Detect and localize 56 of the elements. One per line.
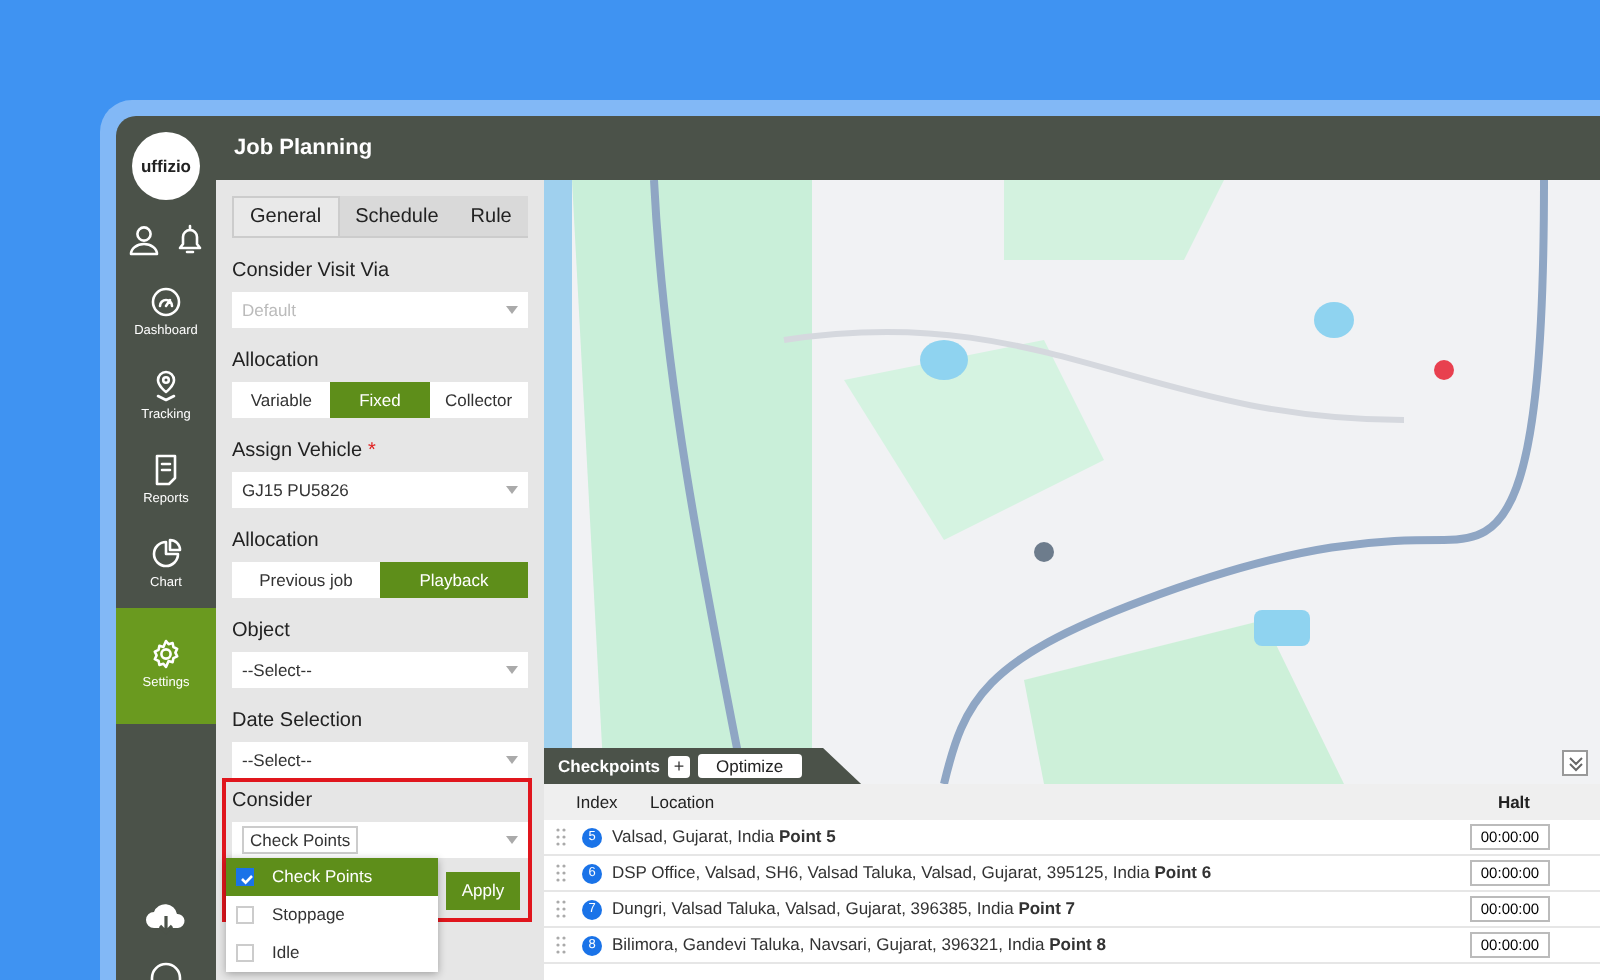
column-header: Halt: [1497, 789, 1530, 815]
field-label: Allocation: [232, 348, 319, 376]
tab[interactable]: Rule: [454, 196, 528, 236]
checkbox[interactable]: [236, 944, 254, 962]
select-field[interactable]: --Select--: [232, 742, 528, 778]
caret-icon: [506, 486, 518, 494]
caret-icon: [506, 756, 518, 764]
user-icon[interactable]: [128, 224, 160, 256]
location-text: DSP Office, Valsad, SH6, Valsad Taluka, Valsad, Gujarat, 395125, India Point 6: [612, 860, 1214, 886]
field-label: Object: [232, 618, 290, 646]
drag-handle-icon[interactable]: [556, 828, 566, 846]
field-label: Consider Visit Via: [232, 258, 390, 286]
select-field[interactable]: Check Points: [232, 822, 528, 858]
logo[interactable]: uffizio: [132, 132, 200, 200]
page-title: Job Planning: [234, 133, 373, 164]
location-pin-icon: [154, 370, 178, 403]
caret-icon: [506, 836, 518, 844]
headset-icon[interactable]: [148, 960, 184, 980]
toggle-option[interactable]: Playback: [380, 562, 528, 598]
drag-handle-icon[interactable]: [556, 864, 566, 882]
field-label: Assign Vehicle: [232, 438, 363, 466]
field-label: Consider: [232, 788, 313, 816]
document-icon: [154, 454, 178, 487]
gauge-icon: [150, 286, 182, 319]
bell-icon[interactable]: [176, 224, 204, 256]
settings-icon: [150, 638, 182, 671]
dropdown-option[interactable]: Idle: [226, 934, 438, 972]
pie-chart-icon: [150, 538, 182, 571]
location-text: Dungri, Valsad Taluka, Valsad, Gujarat, 396385, India Point 7: [612, 896, 1078, 922]
chevron-double-down-icon: [1567, 755, 1583, 771]
add-button[interactable]: +: [668, 755, 691, 777]
toggle-option[interactable]: Fixed: [330, 382, 430, 418]
panel-title: Checkpoints: [558, 753, 661, 779]
optimize-button[interactable]: Optimize: [698, 754, 802, 778]
location-text: Valsad, Gujarat, India Point 5: [612, 824, 838, 850]
checkbox[interactable]: [236, 906, 254, 924]
collapse-button[interactable]: [1562, 750, 1588, 776]
location-text: Bilimora, Gandevi Taluka, Navsari, Gujarat, 396321, India Point 8: [612, 932, 1108, 958]
tab[interactable]: General: [232, 196, 340, 236]
required-mark: *: [368, 438, 376, 466]
field-label: Allocation: [232, 528, 319, 556]
dropdown-option[interactable]: Stoppage: [226, 896, 438, 934]
apply-button[interactable]: Apply: [446, 872, 520, 910]
column-header: Location: [650, 789, 717, 815]
select-field[interactable]: GJ15 PU5826: [232, 472, 528, 508]
drag-handle-icon[interactable]: [556, 936, 566, 954]
drag-handle-icon[interactable]: [556, 900, 566, 918]
select-field[interactable]: --Select--: [232, 652, 528, 688]
checkbox[interactable]: [236, 868, 254, 886]
caret-icon: [506, 666, 518, 674]
column-header: Index: [576, 789, 620, 815]
dropdown-option[interactable]: Check Points: [226, 858, 438, 896]
caret-icon: [506, 306, 518, 314]
selected-chip: Check Points: [242, 825, 359, 855]
field-label: Date Selection: [232, 708, 363, 736]
tab[interactable]: Schedule: [339, 196, 455, 236]
